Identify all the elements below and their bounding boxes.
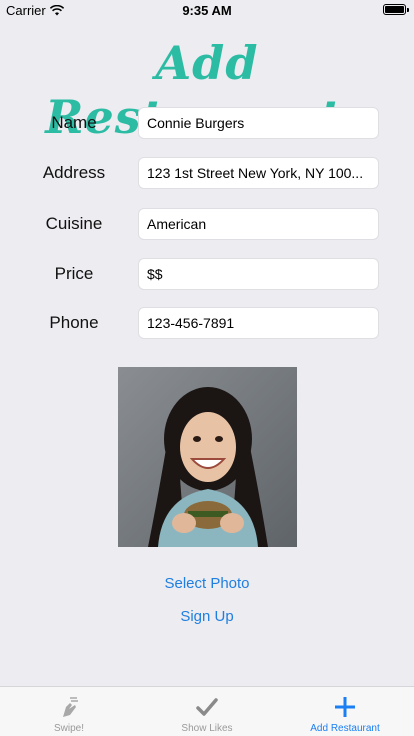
cuisine-field[interactable]: American: [138, 208, 379, 240]
plus-icon: [335, 697, 355, 717]
restaurant-photo: [118, 367, 297, 547]
status-bar: Carrier 9:35 AM: [0, 0, 414, 20]
cuisine-label: Cuisine: [45, 214, 103, 233]
name-row: Name Connie Burgers: [0, 107, 414, 139]
checkmark-icon: [196, 698, 218, 716]
swipe-hand-icon: [63, 697, 78, 717]
address-field[interactable]: 123 1st Street New York, NY 100...: [138, 157, 379, 189]
tab-show-likes[interactable]: Show Likes: [138, 687, 276, 736]
status-time: 9:35 AM: [182, 3, 232, 18]
tab-swipe[interactable]: Swipe!: [0, 687, 138, 736]
price-label: Price: [54, 264, 94, 283]
tab-add-restaurant[interactable]: Add Restaurant: [276, 687, 414, 736]
name-label: Name: [51, 113, 97, 132]
battery-icon: [383, 4, 409, 15]
phone-field[interactable]: 123-456-7891: [138, 307, 379, 339]
tab-show-likes-label: Show Likes: [181, 723, 233, 734]
tab-bar: Swipe! Show Likes Add Restaurant: [0, 686, 414, 736]
phone-label: Phone: [49, 313, 99, 332]
tab-add-restaurant-label: Add Restaurant: [310, 723, 380, 734]
address-row: Address 123 1st Street New York, NY 100.…: [0, 157, 414, 189]
cuisine-row: Cuisine American: [0, 208, 414, 240]
name-field[interactable]: Connie Burgers: [138, 107, 379, 139]
price-field[interactable]: $$: [138, 258, 379, 290]
select-photo-button[interactable]: Select Photo: [0, 575, 414, 592]
tab-swipe-label: Swipe!: [53, 723, 84, 734]
sign-up-button[interactable]: Sign Up: [0, 608, 414, 625]
address-label: Address: [42, 163, 106, 182]
price-row: Price $$: [0, 258, 414, 290]
phone-row: Phone 123-456-7891: [0, 307, 414, 339]
